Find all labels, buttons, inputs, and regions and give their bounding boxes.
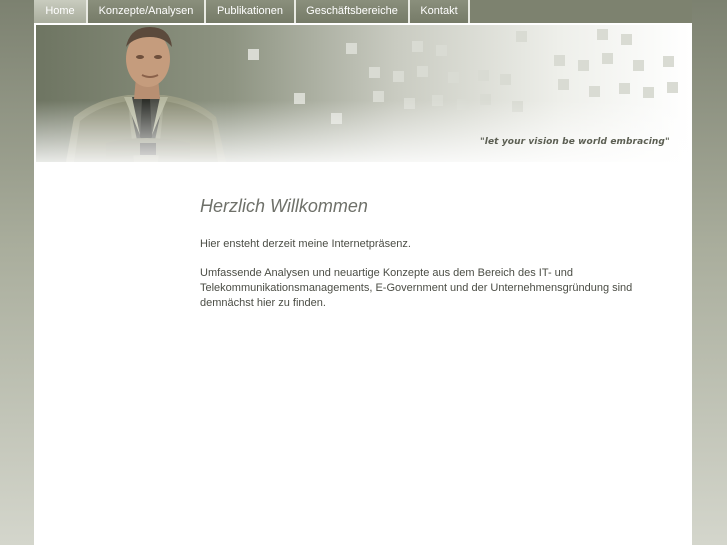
nav-item-publikationen[interactable]: Publikationen: [206, 0, 296, 23]
nav-item-home[interactable]: Home: [34, 0, 88, 23]
nav-item-geschaeftsbereiche[interactable]: Geschäftsbereiche: [296, 0, 410, 23]
page-heading: Herzlich Willkommen: [200, 196, 368, 216]
header-banner: "let your vision be world embracing": [36, 25, 690, 162]
page-container: Home Konzepte/Analysen Publikationen Ges…: [34, 0, 692, 545]
main-navigation: Home Konzepte/Analysen Publikationen Ges…: [34, 0, 692, 24]
nav-item-kontakt[interactable]: Kontakt: [410, 0, 470, 23]
description-paragraph: Umfassende Analysen und neuartige Konzep…: [200, 267, 633, 309]
intro-paragraph: Hier ensteht derzeit meine Internetpräse…: [200, 238, 411, 250]
main-content: Herzlich Willkommen Hier ensteht derzeit…: [200, 196, 670, 311]
nav-item-konzepte-analysen[interactable]: Konzepte/Analysen: [88, 0, 206, 23]
banner-tagline: "let your vision be world embracing": [480, 137, 670, 147]
